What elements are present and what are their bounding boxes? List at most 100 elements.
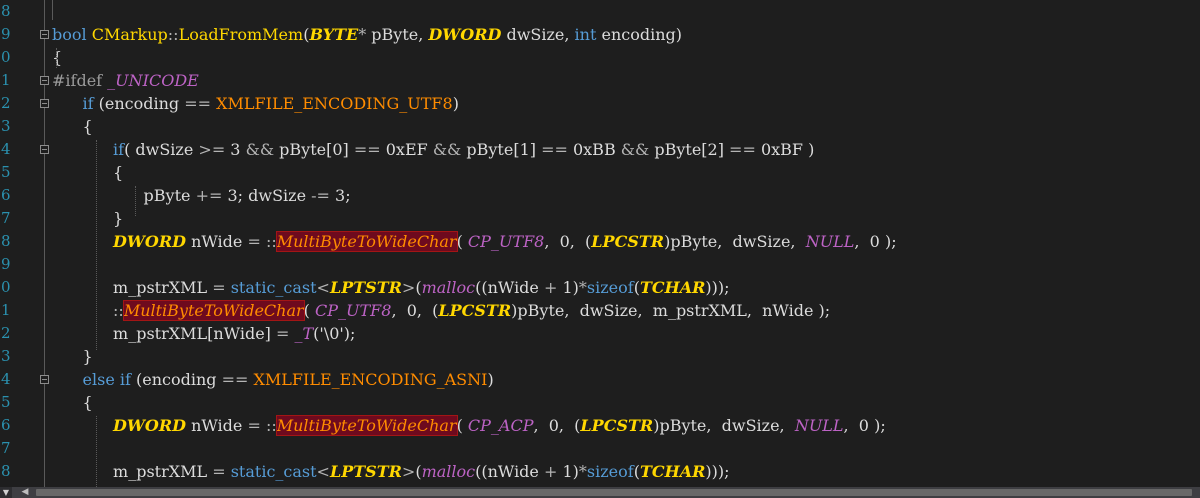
code-token: 1)	[557, 278, 579, 297]
code-token: , 0, (	[544, 232, 592, 251]
line-number: 6	[1, 186, 11, 204]
code-token: #ifdef	[52, 71, 108, 90]
error-squiggle-token: MultiByteToWideChar	[275, 415, 458, 436]
code-line[interactable]: if( dwSize >= 3 && pByte[0] == 0xEF && p…	[52, 138, 814, 161]
code-token: =	[276, 324, 290, 343]
line-number: 4	[1, 370, 11, 388]
code-token: pByte	[52, 186, 196, 205]
code-token: nWide	[185, 416, 248, 435]
code-line[interactable]: ::MultiByteToWideChar( CP_UTF8, 0, (LPCS…	[52, 299, 830, 322]
line-number: 7	[1, 209, 11, 227]
code-line[interactable]: m_pstrXML[nWide] = _T('\0');	[52, 322, 355, 345]
line-number: 3	[1, 347, 11, 365]
code-token: , 0, (	[533, 416, 581, 435]
code-line[interactable]: {	[52, 115, 93, 138]
code-token: pByte[1]	[461, 140, 542, 159]
code-token: *	[358, 25, 367, 44]
code-token: )pByte, dwSize,	[653, 416, 795, 435]
line-number: 8	[1, 232, 11, 250]
line-number: 7	[1, 439, 11, 457]
fold-toggle-icon[interactable]	[40, 76, 49, 85]
code-token: )	[452, 94, 459, 113]
code-token: 3; dwSize	[222, 186, 312, 205]
code-token: sizeof	[586, 278, 634, 297]
code-token: nWide	[185, 232, 248, 251]
code-token: LPTSTR	[329, 462, 402, 481]
code-token: )));	[705, 462, 730, 481]
code-line[interactable]: if (encoding == XMLFILE_ENCODING_UTF8)	[52, 92, 459, 115]
line-number-gutter: 8 9 0 1 2 3 4 5 6 7 8 9 0 1 2 3 4 5 6 7 8	[0, 0, 22, 487]
code-line[interactable]: else if (encoding == XMLFILE_ENCODING_AS…	[52, 368, 494, 391]
code-token: *	[578, 278, 587, 297]
code-token: XMLFILE_ENCODING_UTF8	[211, 94, 453, 113]
code-token: (encoding	[93, 94, 185, 113]
code-line[interactable]: }	[52, 207, 123, 230]
code-line[interactable]: {	[52, 46, 62, 69]
code-token: ==	[184, 94, 212, 113]
code-line[interactable]: DWORD nWide = ::MultiByteToWideChar( CP_…	[52, 414, 886, 437]
code-token: {	[52, 393, 93, 412]
code-token: ((nWide	[475, 462, 544, 481]
code-token: +=	[195, 186, 223, 205]
fold-toggle-icon[interactable]	[40, 145, 49, 154]
code-line[interactable]: m_pstrXML = static_cast<LPTSTR>(malloc((…	[52, 460, 730, 483]
code-line[interactable]: m_pstrXML = static_cast<LPTSTR>(malloc((…	[52, 276, 735, 299]
code-token: LPTSTR	[329, 278, 402, 297]
code-line[interactable]: }	[52, 345, 93, 368]
code-token: &&	[432, 140, 462, 159]
code-token: encoding)	[596, 25, 682, 44]
code-token: sizeof	[586, 462, 634, 481]
code-token: (	[456, 232, 468, 251]
code-token: CP_UTF8	[467, 232, 545, 251]
code-line[interactable]: bool CMarkup::LoadFromMem(BYTE* pByte, D…	[52, 23, 682, 46]
code-token: pByte[0]	[274, 140, 354, 159]
code-token: DWORD	[113, 416, 186, 435]
code-line[interactable]: #ifdef _UNICODE	[52, 69, 199, 92]
fold-toggle-icon[interactable]	[40, 99, 49, 108]
code-token: {	[52, 163, 124, 182]
line-number: 9	[1, 25, 11, 43]
code-token: dwSize,	[501, 25, 575, 44]
code-token: ==	[541, 140, 568, 159]
line-number: 1	[1, 301, 11, 319]
code-editor[interactable]: 890123456789012345678 bool CMarkup::Load…	[0, 0, 1200, 487]
code-line[interactable]: {	[52, 391, 93, 414]
code-token: DWORD	[113, 232, 186, 251]
code-token: pByte[2]	[649, 140, 730, 159]
code-token: LPCSTR	[591, 232, 665, 251]
scroll-left-arrow-icon[interactable]: ◀	[18, 487, 32, 498]
code-token: DWORD	[428, 25, 502, 44]
code-token: )pByte, dwSize,	[664, 232, 806, 251]
code-token: LoadFromMem	[178, 25, 304, 44]
code-token: CP_ACP	[467, 416, 534, 435]
code-token: 0xBF )	[755, 140, 815, 159]
line-number: 9	[1, 255, 11, 273]
scrollbar-thumb[interactable]	[36, 489, 1192, 496]
line-number: 8	[1, 462, 11, 480]
indent-guide	[96, 140, 97, 350]
code-token: &&	[245, 140, 275, 159]
code-token: >=	[198, 140, 226, 159]
line-number: 2	[1, 324, 11, 342]
fold-toggle-icon[interactable]	[40, 375, 49, 384]
horizontal-scrollbar[interactable]: ▼ ◀	[0, 487, 1200, 498]
code-line[interactable]: DWORD nWide = ::MultiByteToWideChar( CP_…	[52, 230, 897, 253]
code-token: _T	[294, 324, 314, 343]
code-token: ==	[729, 140, 756, 159]
line-number: 4	[1, 140, 11, 158]
code-token: LPCSTR	[438, 301, 512, 320]
code-token: , 0 );	[843, 416, 886, 435]
dropdown-arrow-icon[interactable]: ▼	[0, 487, 12, 498]
code-token: m_pstrXML	[52, 278, 213, 297]
code-token: ('\0');	[313, 324, 356, 343]
line-number: 0	[1, 48, 11, 66]
code-token: +	[543, 278, 558, 297]
line-number: 6	[1, 416, 11, 434]
code-line[interactable]: {	[52, 161, 123, 184]
code-token: if	[82, 94, 94, 113]
code-token: =	[247, 416, 261, 435]
fold-toggle-icon[interactable]	[40, 30, 49, 39]
code-token: if	[113, 140, 125, 159]
